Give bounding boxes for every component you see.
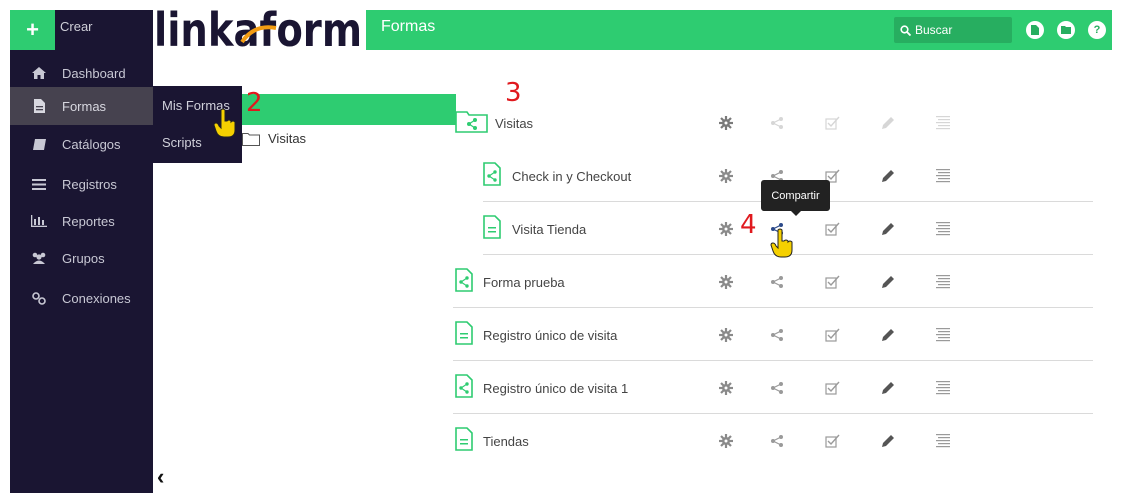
edit-icon[interactable] xyxy=(880,433,896,449)
settings-icon[interactable] xyxy=(718,433,734,449)
sidebar-item-label: Catálogos xyxy=(62,136,121,152)
book-icon xyxy=(24,138,54,150)
share-icon[interactable] xyxy=(769,274,785,290)
annotation-number: 2 xyxy=(246,88,263,118)
search-icon xyxy=(900,24,911,36)
row-divider xyxy=(453,307,1093,308)
permissions-icon[interactable] xyxy=(825,221,841,237)
open-folder-icon[interactable] xyxy=(1057,21,1075,39)
form-icon xyxy=(455,321,473,350)
pointer-hand-icon xyxy=(770,228,793,258)
sidebar-item-grupos[interactable]: Grupos xyxy=(10,239,153,277)
settings-icon[interactable] xyxy=(718,274,734,290)
list-icon xyxy=(24,178,54,190)
shared-form-icon xyxy=(455,268,473,297)
list-item-title: Check in y Checkout xyxy=(512,168,632,184)
tree-item-label: Visitas xyxy=(268,131,307,146)
page-title: Formas xyxy=(381,18,436,35)
settings-icon[interactable] xyxy=(718,221,734,237)
records-icon[interactable] xyxy=(935,115,951,131)
sidebar-item-label: Reportes xyxy=(62,213,115,229)
annotation-number: 3 xyxy=(505,78,522,108)
records-icon[interactable] xyxy=(935,168,951,184)
sidebar-item-label: Dashboard xyxy=(62,65,126,81)
top-bar: Formas Buscar ? xyxy=(366,10,1112,50)
folder-icon xyxy=(242,132,260,146)
sidebar: + Crear Dashboard Formas Catálogos Regis… xyxy=(10,10,153,493)
home-icon xyxy=(24,67,54,79)
create-button[interactable]: + xyxy=(10,10,55,50)
settings-icon[interactable] xyxy=(718,380,734,396)
edit-icon[interactable] xyxy=(880,274,896,290)
records-icon[interactable] xyxy=(935,274,951,290)
sidebar-item-conexiones[interactable]: Conexiones xyxy=(10,279,153,317)
create-label[interactable]: Crear xyxy=(60,19,93,34)
sidebar-item-registros[interactable]: Registros xyxy=(10,165,153,203)
records-icon[interactable] xyxy=(935,380,951,396)
permissions-icon[interactable] xyxy=(825,327,841,343)
bar-chart-icon xyxy=(24,215,54,227)
permissions-icon[interactable] xyxy=(825,433,841,449)
list-item-title: Visita Tienda xyxy=(512,221,587,237)
shared-folder-icon xyxy=(455,109,489,138)
connections-icon xyxy=(24,291,54,305)
document-icon xyxy=(24,99,54,113)
search-label: Buscar xyxy=(915,23,953,37)
list-item-title: Forma prueba xyxy=(483,274,565,290)
edit-icon[interactable] xyxy=(880,115,896,131)
share-icon[interactable] xyxy=(769,327,785,343)
sidebar-item-label: Registros xyxy=(62,176,117,192)
help-icon[interactable]: ? xyxy=(1088,21,1106,39)
shared-form-icon xyxy=(455,374,473,403)
sidebar-item-reportes[interactable]: Reportes xyxy=(10,202,153,240)
group-icon xyxy=(24,252,54,264)
annotation-number: 4 xyxy=(740,210,757,240)
edit-icon[interactable] xyxy=(880,221,896,237)
records-icon[interactable] xyxy=(935,327,951,343)
list-item-title: Tiendas xyxy=(483,433,529,449)
settings-icon[interactable] xyxy=(718,168,734,184)
share-icon[interactable] xyxy=(769,380,785,396)
share-icon[interactable] xyxy=(769,115,785,131)
edit-icon[interactable] xyxy=(880,168,896,184)
tree-selected-root[interactable] xyxy=(242,94,456,125)
row-divider xyxy=(453,360,1093,361)
settings-icon[interactable] xyxy=(718,115,734,131)
tree-item-visitas[interactable]: Visitas xyxy=(242,131,306,146)
pointer-hand-icon xyxy=(213,108,236,138)
search-input[interactable]: Buscar xyxy=(894,17,1012,43)
form-icon xyxy=(483,215,501,244)
permissions-icon[interactable] xyxy=(825,380,841,396)
sidebar-item-formas[interactable]: Formas xyxy=(10,87,153,125)
records-icon[interactable] xyxy=(935,221,951,237)
list-item-title: Registro único de visita 1 xyxy=(483,380,629,396)
sidebar-item-label: Conexiones xyxy=(62,290,131,306)
permissions-icon[interactable] xyxy=(825,274,841,290)
new-document-icon[interactable] xyxy=(1026,21,1044,39)
sidebar-item-label: Grupos xyxy=(62,250,105,266)
linkaform-logo: linkaform xyxy=(154,3,362,56)
shared-form-icon xyxy=(483,162,501,191)
settings-icon[interactable] xyxy=(718,327,734,343)
submenu-item-scripts[interactable]: Scripts xyxy=(162,135,202,150)
share-tooltip: Compartir xyxy=(761,180,830,216)
edit-icon[interactable] xyxy=(880,380,896,396)
records-icon[interactable] xyxy=(935,433,951,449)
list-item-title: Registro único de visita xyxy=(483,327,618,343)
sidebar-item-catalogos[interactable]: Catálogos xyxy=(10,125,153,163)
row-divider xyxy=(453,413,1093,414)
form-icon xyxy=(455,427,473,456)
share-icon[interactable] xyxy=(769,433,785,449)
edit-icon[interactable] xyxy=(880,327,896,343)
collapse-sidebar-icon[interactable]: ‹ xyxy=(157,464,164,490)
permissions-icon[interactable] xyxy=(825,115,841,131)
sidebar-item-label: Formas xyxy=(62,98,107,114)
